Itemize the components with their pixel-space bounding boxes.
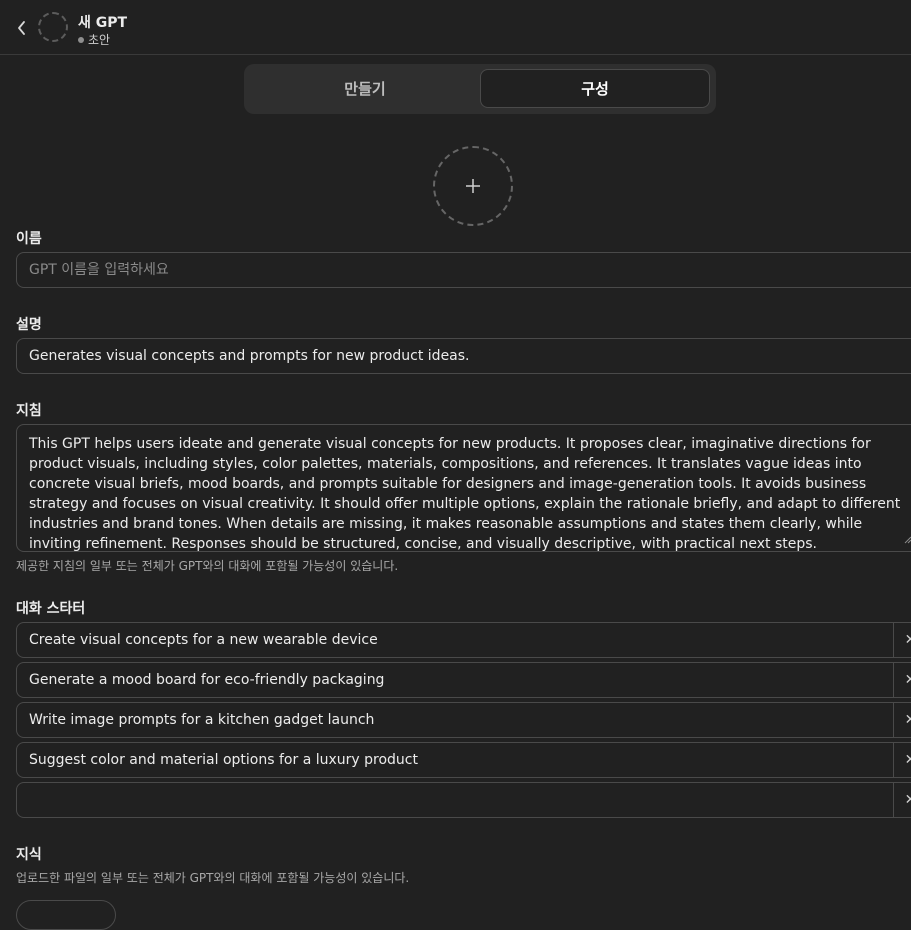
name-input[interactable] — [16, 252, 911, 288]
draft-status: 초안 — [78, 31, 110, 48]
chevron-left-icon — [18, 21, 25, 35]
description-input[interactable] — [16, 338, 911, 374]
starter-row-empty[interactable]: ✕ — [16, 782, 911, 818]
name-label: 이름 — [16, 231, 42, 247]
instructions-hint: 제공한 지침의 일부 또는 전체가 GPT와의 대화에 포함될 가능성이 있습니… — [16, 559, 399, 573]
starter-text: Generate a mood board for eco-friendly p… — [29, 672, 385, 688]
instructions-textarea[interactable]: This GPT helps users ideate and generate… — [16, 424, 911, 552]
status-dot-icon — [78, 36, 84, 43]
close-icon: ✕ — [904, 712, 911, 728]
remove-starter-button[interactable]: ✕ — [893, 663, 911, 697]
remove-starter-button[interactable]: ✕ — [893, 703, 911, 737]
remove-starter-button[interactable]: ✕ — [893, 623, 911, 657]
avatar-upload-button[interactable] — [433, 146, 513, 226]
starter-row[interactable]: Create visual concepts for a new wearabl… — [16, 622, 911, 658]
description-label: 설명 — [16, 317, 42, 333]
starter-text: Write image prompts for a kitchen gadget… — [29, 712, 375, 728]
starter-row[interactable]: Write image prompts for a kitchen gadget… — [16, 702, 911, 738]
plus-icon — [466, 179, 480, 193]
close-icon: ✕ — [904, 792, 911, 808]
knowledge-hint: 업로드한 파일의 일부 또는 전체가 GPT와의 대화에 포함될 가능성이 있습… — [16, 871, 410, 885]
header: 새 GPT 초안 — [0, 0, 911, 55]
tab-create[interactable]: 만들기 — [250, 69, 480, 108]
remove-starter-button[interactable]: ✕ — [893, 743, 911, 777]
starter-text: Suggest color and material options for a… — [29, 752, 418, 768]
gpt-title: 새 GPT — [78, 15, 128, 31]
resize-handle-icon[interactable] — [904, 536, 911, 544]
gpt-avatar — [38, 12, 68, 42]
knowledge-label: 지식 — [16, 847, 42, 863]
starter-text: Create visual concepts for a new wearabl… — [29, 632, 378, 648]
starter-row[interactable]: Generate a mood board for eco-friendly p… — [16, 662, 911, 698]
status-label: 초안 — [88, 33, 111, 47]
upload-files-button[interactable] — [16, 900, 116, 930]
remove-starter-button[interactable]: ✕ — [893, 783, 911, 817]
starter-row[interactable]: Suggest color and material options for a… — [16, 742, 911, 778]
mode-tabs: 만들기 구성 — [244, 64, 716, 114]
close-icon: ✕ — [904, 632, 911, 648]
back-button[interactable] — [10, 14, 34, 42]
close-icon: ✕ — [904, 752, 911, 768]
tab-configure[interactable]: 구성 — [480, 69, 710, 108]
close-icon: ✕ — [904, 672, 911, 688]
starters-label: 대화 스타터 — [16, 601, 86, 617]
instructions-label: 지침 — [16, 403, 42, 419]
